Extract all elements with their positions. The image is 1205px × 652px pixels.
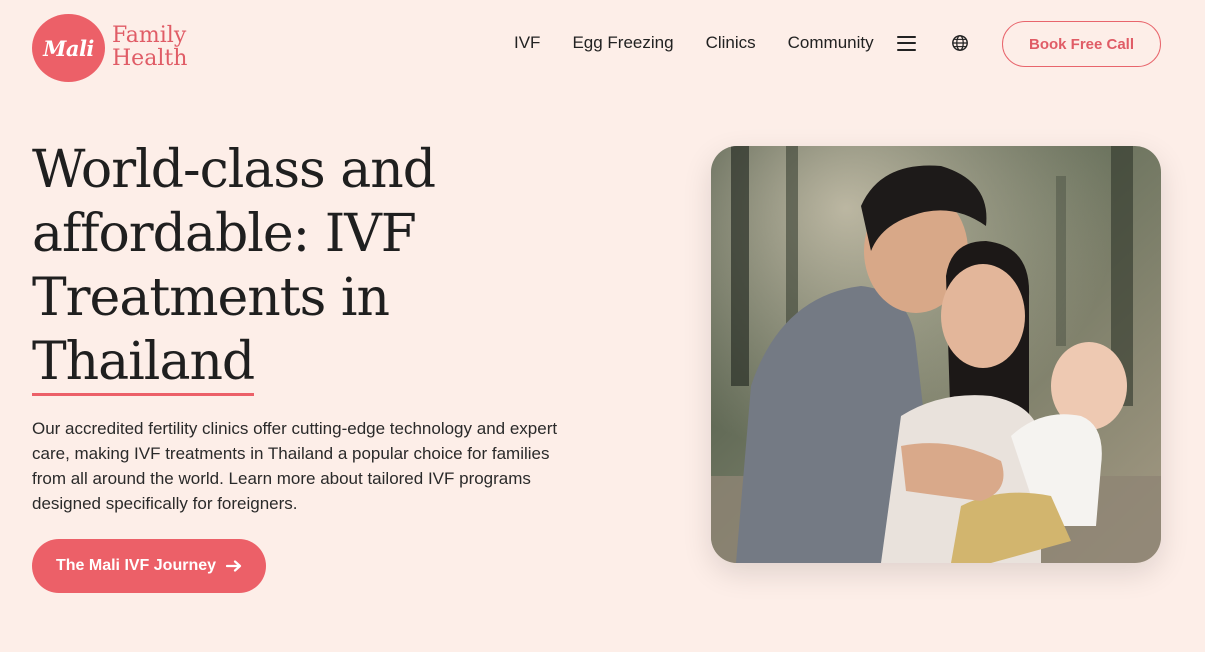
logo-badge: Mali	[32, 14, 105, 82]
brand-logo[interactable]: Mali Family Health	[32, 14, 187, 82]
nav-item-egg-freezing[interactable]: Egg Freezing	[572, 33, 673, 53]
book-free-call-button[interactable]: Book Free Call	[1002, 21, 1161, 67]
cta-label: The Mali IVF Journey	[55, 557, 217, 574]
logo-wordmark: Family Health	[112, 24, 187, 70]
logo-badge-text: Mali	[43, 35, 94, 61]
menu-bar	[896, 35, 916, 38]
nav-item-clinics[interactable]: Clinics	[706, 33, 756, 53]
menu-bar	[896, 42, 916, 44]
mali-ivf-journey-button[interactable]: The Mali IVF Journey	[32, 539, 266, 593]
hero-title-line: affordable: IVF	[32, 204, 417, 264]
main-nav: IVF Egg Freezing Clinics Community	[514, 33, 969, 53]
hero-title-highlight: Thailand	[32, 335, 255, 396]
hero-title-line: Treatments in	[32, 268, 390, 328]
hero-family-photo	[711, 146, 1161, 563]
globe-icon[interactable]	[951, 34, 969, 52]
nav-item-ivf[interactable]: IVF	[514, 33, 540, 53]
hamburger-menu-icon[interactable]	[896, 35, 916, 51]
logo-wordmark-line2: Health	[112, 45, 188, 71]
hero-description: Our accredited fertility clinics offer c…	[32, 419, 558, 513]
nav-item-community[interactable]: Community	[788, 33, 874, 53]
menu-bar	[896, 48, 916, 51]
family-photo-illustration	[711, 146, 1161, 563]
hero-title-line: World-class and	[32, 140, 436, 200]
logo-wordmark-line1: Family	[112, 22, 187, 48]
hero-title: World-class and affordable: IVF Treatmen…	[32, 138, 552, 396]
arrow-right-icon	[226, 560, 242, 572]
